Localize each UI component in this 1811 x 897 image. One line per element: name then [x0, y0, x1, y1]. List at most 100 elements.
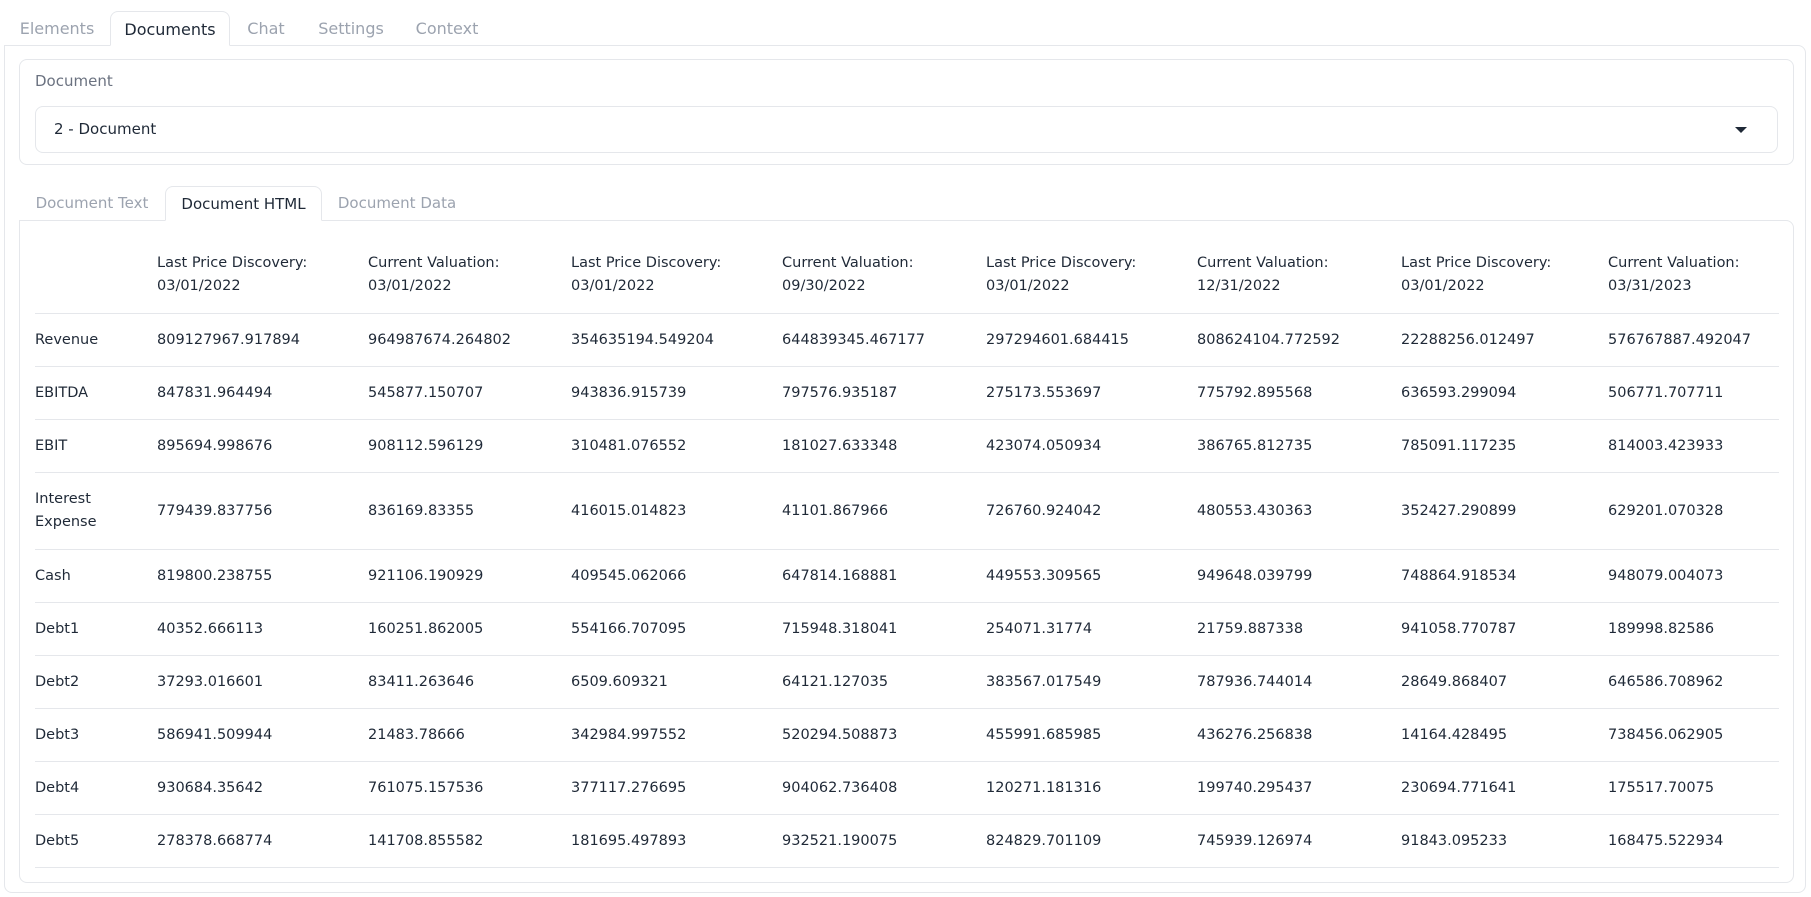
table-cell: 941058.770787: [1401, 602, 1608, 656]
table-cell: 948079.004073: [1608, 549, 1779, 603]
table-row: Debt1 40352.666113 160251.862005 554166.707…: [35, 602, 1779, 656]
main-tab-bar: Elements Documents Chat Settings Context: [0, 0, 1811, 46]
row-label: Debt2: [35, 655, 157, 709]
table-cell: 21759.887338: [1197, 602, 1401, 656]
table-cell: 41101.867966: [782, 472, 986, 550]
table-cell: 91843.095233: [1401, 814, 1608, 868]
table-header-cell: Current Valuation: 12/31/2022: [1197, 240, 1401, 314]
table-row: Debt3 586941.509944 21483.78666 342984.9975…: [35, 708, 1779, 762]
table-cell: 377117.276695: [571, 761, 782, 815]
document-selector-block: Document 2 - Document: [19, 59, 1794, 165]
table-cell: 814003.423933: [1608, 419, 1779, 473]
table-cell: 964987674.264802: [368, 313, 571, 367]
table-cell: 297294601.684415: [986, 313, 1197, 367]
tab-document-text[interactable]: Document Text: [24, 186, 160, 221]
table-cell: 342984.997552: [571, 708, 782, 762]
table-cell: 175517.70075: [1608, 761, 1779, 815]
table-cell: 787936.744014: [1197, 655, 1401, 709]
row-label: Revenue: [35, 313, 157, 367]
tab-context[interactable]: Context: [406, 11, 488, 46]
chevron-down-icon[interactable]: [1735, 127, 1747, 133]
table-cell: 416015.014823: [571, 472, 782, 550]
table-cell: 181027.633348: [782, 419, 986, 473]
table-cell: 748864.918534: [1401, 549, 1608, 603]
table-cell: 436276.256838: [1197, 708, 1401, 762]
table-cell: 636593.299094: [1401, 366, 1608, 420]
table-cell: 254071.31774: [986, 602, 1197, 656]
tab-documents[interactable]: Documents: [110, 11, 230, 46]
table-row: EBITDA 847831.964494 545877.150707 943836.9…: [35, 366, 1779, 420]
table-cell: 904062.736408: [782, 761, 986, 815]
table-cell: 168475.522934: [1608, 814, 1779, 868]
table-header-cell: Last Price Discovery: 03/01/2022: [986, 240, 1197, 314]
table-cell: 40352.666113: [157, 602, 368, 656]
table-cell: 908112.596129: [368, 419, 571, 473]
tab-document-html[interactable]: Document HTML: [165, 186, 322, 221]
table-header-cell: [35, 240, 157, 314]
row-label: Debt4: [35, 761, 157, 815]
table-row: Debt2 37293.016601 83411.263646 6509.609321…: [35, 655, 1779, 709]
document-dropdown[interactable]: 2 - Document: [35, 106, 1778, 153]
table-cell: 22288256.012497: [1401, 313, 1608, 367]
table-cell: 64121.127035: [782, 655, 986, 709]
table-cell: 352427.290899: [1401, 472, 1608, 550]
table-cell: 644839345.467177: [782, 313, 986, 367]
table-row: Interest Expense 779439.837756 836169.83355…: [35, 472, 1779, 550]
row-label: Interest Expense: [35, 472, 157, 550]
table-cell: 745939.126974: [1197, 814, 1401, 868]
table-cell: 14164.428495: [1401, 708, 1608, 762]
tab-elements[interactable]: Elements: [10, 11, 104, 46]
table-cell: 120271.181316: [986, 761, 1197, 815]
tab-document-data[interactable]: Document Data: [328, 186, 466, 221]
table-cell: 809127967.917894: [157, 313, 368, 367]
table-cell: 949648.039799: [1197, 549, 1401, 603]
table-cell: 647814.168881: [782, 549, 986, 603]
document-data-table: Last Price Discovery: 03/01/2022 Current …: [35, 240, 1779, 868]
table-cell: 576767887.492047: [1608, 313, 1779, 367]
table-header-cell: Last Price Discovery: 03/01/2022: [1401, 240, 1608, 314]
table-cell: 275173.553697: [986, 366, 1197, 420]
table-header-cell: Last Price Discovery: 03/01/2022: [157, 240, 368, 314]
table-cell: 895694.998676: [157, 419, 368, 473]
table-cell: 386765.812735: [1197, 419, 1401, 473]
table-row: Debt5 278378.668774 141708.855582 181695.49…: [35, 814, 1779, 868]
table-cell: 21483.78666: [368, 708, 571, 762]
table-row: EBIT 895694.998676 908112.596129 310481.076…: [35, 419, 1779, 473]
table-header-row: Last Price Discovery: 03/01/2022 Current …: [35, 240, 1779, 314]
row-label: Debt3: [35, 708, 157, 762]
table-cell: 819800.238755: [157, 549, 368, 603]
table-cell: 449553.309565: [986, 549, 1197, 603]
table-cell: 37293.016601: [157, 655, 368, 709]
table-cell: 354635194.549204: [571, 313, 782, 367]
row-label: Debt5: [35, 814, 157, 868]
table-cell: 775792.895568: [1197, 366, 1401, 420]
row-label: Debt1: [35, 602, 157, 656]
table-row: Revenue 809127967.917894 964987674.264802 3…: [35, 313, 1779, 367]
table-header-cell: Current Valuation: 03/01/2022: [368, 240, 571, 314]
table-cell: 785091.117235: [1401, 419, 1608, 473]
table-cell: 847831.964494: [157, 366, 368, 420]
table-cell: 160251.862005: [368, 602, 571, 656]
table-cell: 199740.295437: [1197, 761, 1401, 815]
row-label: EBIT: [35, 419, 157, 473]
table-cell: 715948.318041: [782, 602, 986, 656]
table-cell: 181695.497893: [571, 814, 782, 868]
table-cell: 921106.190929: [368, 549, 571, 603]
table-cell: 545877.150707: [368, 366, 571, 420]
table-cell: 83411.263646: [368, 655, 571, 709]
tab-settings[interactable]: Settings: [308, 11, 394, 46]
table-row: Cash 819800.238755 921106.190929 409545.062…: [35, 549, 1779, 603]
table-cell: 932521.190075: [782, 814, 986, 868]
table-cell: 808624104.772592: [1197, 313, 1401, 367]
tab-chat[interactable]: Chat: [236, 11, 296, 46]
table-cell: 930684.35642: [157, 761, 368, 815]
table-cell: 189998.82586: [1608, 602, 1779, 656]
document-dropdown-value: 2 - Document: [54, 120, 157, 138]
table-cell: 797576.935187: [782, 366, 986, 420]
table-cell: 726760.924042: [986, 472, 1197, 550]
table-cell: 836169.83355: [368, 472, 571, 550]
table-cell: 738456.062905: [1608, 708, 1779, 762]
table-cell: 141708.855582: [368, 814, 571, 868]
table-row: Debt4 930684.35642 761075.157536 377117.276…: [35, 761, 1779, 815]
table-cell: 761075.157536: [368, 761, 571, 815]
